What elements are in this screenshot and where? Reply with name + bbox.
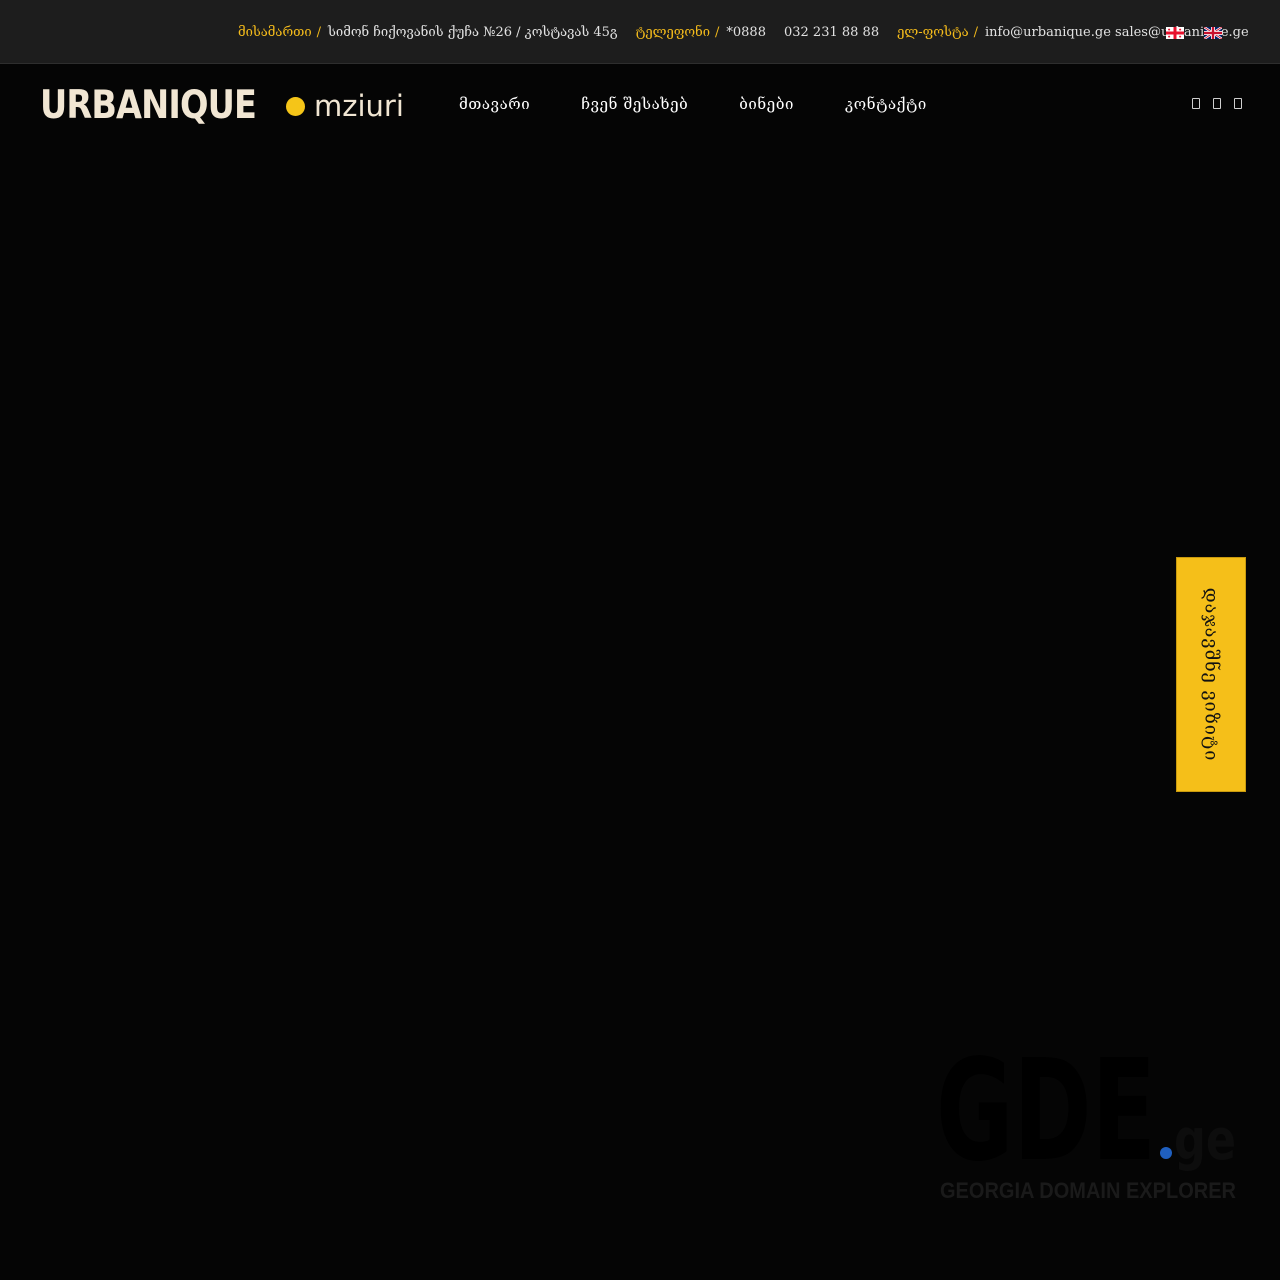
gde-logo-text: GDE [936,1033,1156,1193]
phone-short-link[interactable]: *0888 [726,25,766,40]
logo-subtitle: mziuri [314,89,404,123]
logo-dot [286,96,305,116]
contact-info: მისამართი / სიმონ ჩიქოვანის ქუჩა №26 / კ… [238,22,1249,42]
site-logo[interactable]: URBANIQUE mziuri [40,83,404,128]
facebook-icon[interactable] [1192,98,1200,109]
site-header: URBANIQUE mziuri მთავარი ჩვენ შესახებ ბი… [0,65,1280,145]
address-value: სიმონ ჩიქოვანის ქუჩა №26 / კოსტავას 45გ [328,24,618,40]
georgian-flag-icon[interactable] [1166,27,1184,39]
gde-dot [1160,1147,1172,1159]
nav-item-apartments[interactable]: ბინები [739,95,794,113]
main-nav: მთავარი ჩვენ შესახებ ბინები კონტაქტი [459,95,978,113]
book-visit-label: დაჯავშნე ვიზიტი [1200,587,1222,762]
phone-separator: / [715,24,720,40]
email-label: ელ-ფოსტა [897,24,969,40]
gde-tld: ge [1174,1108,1236,1173]
phone-label: ტელეფონი [635,24,710,40]
address-separator: / [316,24,322,40]
instagram-icon[interactable] [1213,98,1221,109]
nav-item-contact[interactable]: კონტაქტი [845,95,927,113]
logo-wordmark: URBANIQUE [40,83,257,128]
address-label: მისამართი [238,24,312,40]
phone-full-link[interactable]: 032 231 88 88 [784,25,879,40]
nav-item-about[interactable]: ჩვენ შესახებ [581,95,688,113]
social-links [1192,98,1255,109]
gde-watermark: GDE ge GEORGIA DOMAIN EXPLORER [936,1033,1240,1205]
top-info-bar: მისამართი / სიმონ ჩიქოვანის ქუჩა №26 / კ… [0,0,1280,64]
book-visit-button[interactable]: დაჯავშნე ვიზიტი [1176,557,1246,792]
english-flag-icon[interactable] [1204,27,1222,39]
gde-caption: GEORGIA DOMAIN EXPLORER [940,1178,1236,1203]
email-separator: / [973,24,978,40]
nav-item-home[interactable]: მთავარი [459,95,530,113]
youtube-icon[interactable] [1234,98,1242,109]
